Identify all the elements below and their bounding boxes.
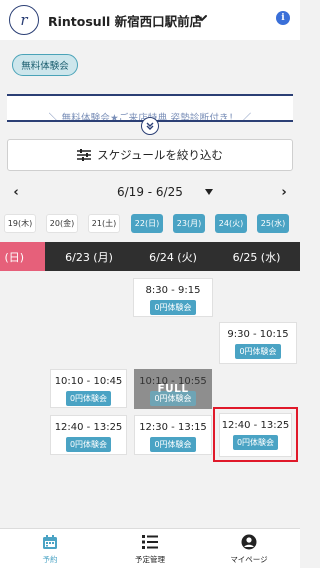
slot-time: 12:40 - 13:25 [221, 420, 290, 431]
full-status-label: FULL [157, 383, 189, 395]
column-header: 6/24 (火) [149, 250, 197, 264]
nav-label: 予定管理 [135, 555, 165, 564]
nav-label: 予約 [42, 555, 58, 564]
trial-badge[interactable]: 無料体験会 [12, 54, 78, 76]
slot-time: 8:30 - 9:15 [145, 285, 201, 296]
caret-down-icon[interactable] [204, 188, 214, 196]
time-slot[interactable]: 12:40 - 13:25 0円体験会 [50, 415, 127, 455]
slot-tag: 0円体験会 [235, 344, 281, 359]
store-logo: r [9, 5, 39, 35]
day-chip[interactable]: 25(水) [257, 214, 289, 233]
time-slot[interactable]: 8:30 - 9:15 0円体験会 [133, 278, 213, 317]
app-header: r Rintosull 新宿西口駅前店 i [0, 0, 300, 40]
slot-tag: 0円体験会 [65, 391, 112, 406]
day-chip[interactable]: 24(火) [215, 214, 247, 233]
info-icon[interactable]: i [276, 11, 290, 25]
time-slot[interactable]: 12:30 - 13:15 0円体験会 [134, 415, 212, 455]
nav-item-reservation[interactable]: 予約 [20, 533, 80, 565]
time-slot[interactable]: 10:10 - 10:45 0円体験会 [50, 369, 127, 408]
bottom-nav: 予約 予定管理 マイページ [0, 528, 300, 568]
next-week-button[interactable]: › [279, 185, 289, 200]
user-icon [240, 533, 258, 551]
week-range-label[interactable]: 6/19 - 6/25 [117, 185, 183, 199]
calendar-icon [41, 533, 59, 551]
nav-item-mypage[interactable]: マイページ [219, 533, 279, 565]
slot-time: 12:30 - 13:15 [139, 422, 207, 433]
slot-time: 9:30 - 10:15 [227, 329, 289, 340]
sliders-icon [77, 149, 92, 161]
previous-week-button[interactable]: ‹ [11, 185, 21, 200]
day-chip[interactable]: 21(土) [88, 214, 120, 233]
nav-label: マイページ [230, 555, 268, 564]
slot-tag: 0円体験会 [150, 300, 196, 315]
day-chip[interactable]: 22(日) [131, 214, 163, 233]
list-icon [141, 533, 159, 551]
filter-label: スケジュールを絞り込む [97, 148, 223, 162]
column-header-label: 2 (日) [0, 250, 25, 264]
slot-tag: 0円体験会 [150, 437, 196, 452]
nav-item-schedule[interactable]: 予定管理 [120, 533, 180, 565]
column-header: 6/23 (月) [65, 250, 113, 264]
store-name[interactable]: Rintosull 新宿西口駅前店 [48, 11, 202, 30]
time-slot-selected[interactable]: 12:40 - 13:25 0円体験会 [219, 413, 292, 457]
time-slot[interactable]: 9:30 - 10:15 0円体験会 [219, 322, 297, 364]
slot-time: 10:10 - 10:45 [54, 376, 123, 387]
column-header: 6/25 (水) [232, 250, 281, 264]
expand-banner-icon[interactable] [141, 117, 159, 135]
column-header-today: 2 (日) [0, 242, 45, 271]
day-chip[interactable]: 19(木) [4, 214, 36, 233]
day-chip[interactable]: 23(月) [173, 214, 205, 233]
day-chip[interactable]: 20(金) [46, 214, 78, 233]
chevron-down-icon[interactable] [196, 12, 208, 24]
logo-mark: r [20, 10, 28, 29]
slot-tag: 0円体験会 [65, 437, 112, 452]
schedule-column-header: 2 (日) 6/23 (月) 6/24 (火) 6/25 (水) [0, 242, 300, 271]
slot-time: 12:40 - 13:25 [54, 422, 123, 433]
slot-tag: 0円体験会 [232, 435, 279, 450]
filter-schedule-button[interactable]: スケジュールを絞り込む [7, 139, 293, 171]
time-slot-full: 10:10 - 10:55 0円体験会 FULL [134, 369, 212, 409]
